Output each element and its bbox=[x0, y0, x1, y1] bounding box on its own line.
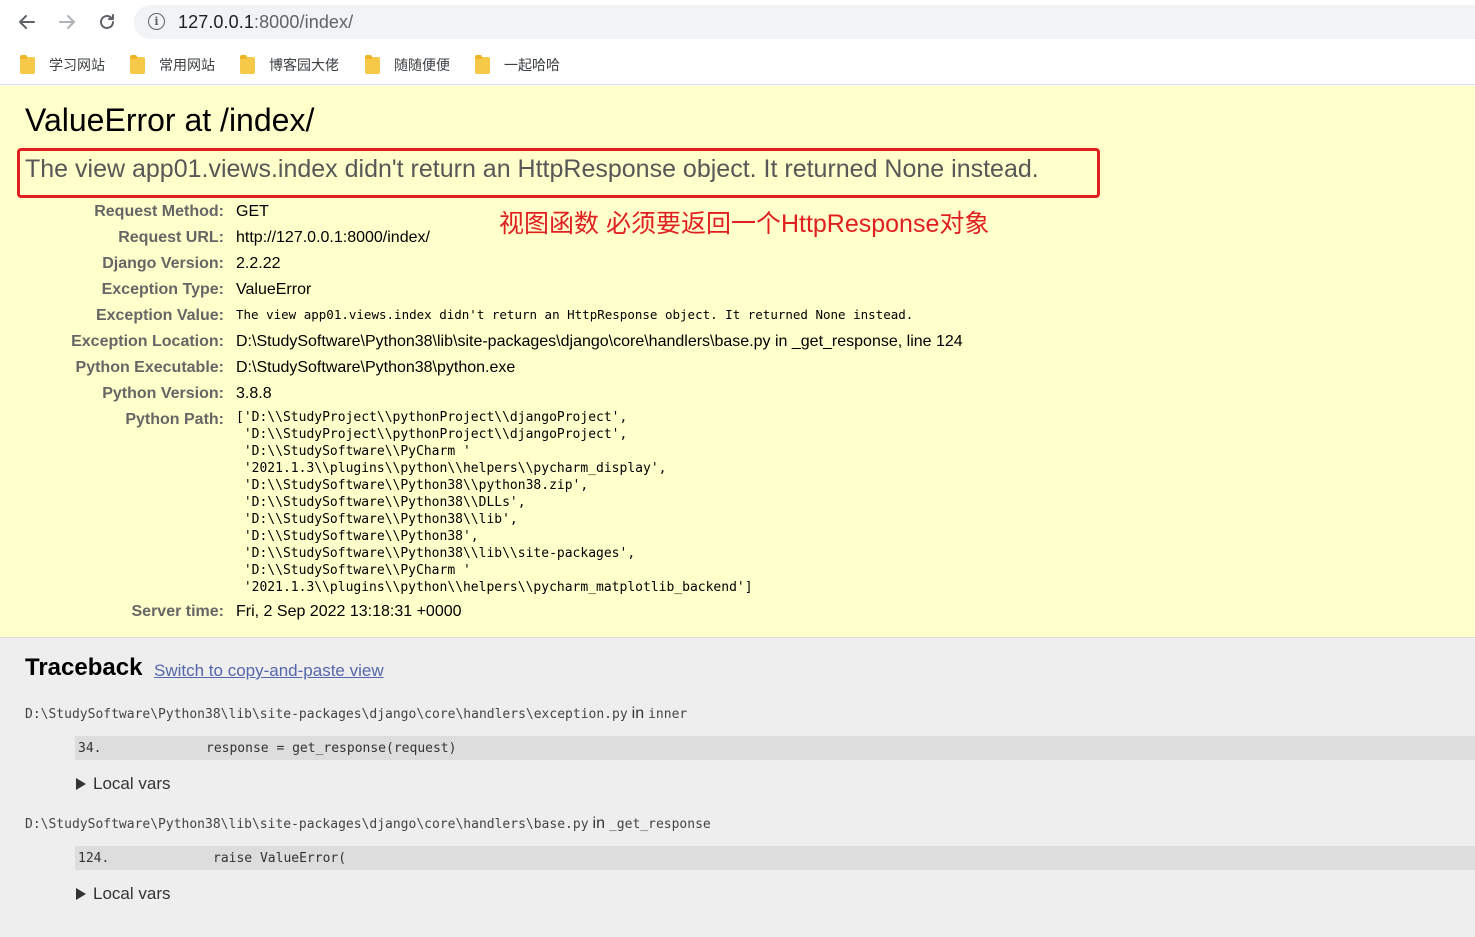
meta-value: GET bbox=[236, 203, 269, 220]
frame-function: _get_response bbox=[608, 817, 711, 832]
frame-file-path: D:\StudySoftware\Python38\lib\site-packa… bbox=[25, 705, 687, 723]
address-bar[interactable]: i 127.0.0.1:8000/index/ bbox=[134, 5, 1475, 39]
frame-file: D:\StudySoftware\Python38\lib\site-packa… bbox=[25, 817, 589, 832]
traceback-section: Traceback Switch to copy-and-paste view … bbox=[0, 638, 1475, 937]
traceback-title: Traceback bbox=[25, 654, 143, 681]
switch-view-link[interactable]: Switch to copy-and-paste view bbox=[154, 661, 384, 681]
in-word: in bbox=[592, 815, 605, 832]
meta-value: D:\StudySoftware\Python38\lib\site-packa… bbox=[236, 333, 963, 350]
local-vars-toggle[interactable]: Local vars bbox=[76, 884, 170, 904]
meta-label: Exception Type: bbox=[101, 281, 224, 298]
line-number: 34. bbox=[78, 740, 102, 756]
in-word: in bbox=[631, 705, 645, 722]
folder-icon bbox=[365, 54, 380, 74]
bookmark-folder[interactable]: 博客园大佬 bbox=[240, 54, 339, 76]
folder-icon bbox=[240, 54, 255, 74]
folder-icon bbox=[475, 54, 490, 74]
bookmark-label: 学习网站 bbox=[49, 57, 105, 73]
code-line[interactable]: 124. raise ValueError( bbox=[75, 846, 1475, 870]
meta-value: 3.8.8 bbox=[236, 385, 272, 402]
error-summary: ValueError at /index/ The view app01.vie… bbox=[0, 86, 1475, 638]
url-path: :8000/index/ bbox=[253, 12, 354, 32]
error-message: The view app01.views.index didn't return… bbox=[25, 155, 1039, 183]
python-path-list: ['D:\\StudyProject\\pythonProject\\djang… bbox=[236, 410, 753, 595]
meta-label: Python Executable: bbox=[75, 359, 224, 376]
browser-toolbar: i 127.0.0.1:8000/index/ bbox=[0, 0, 1475, 44]
local-vars-label: Local vars bbox=[93, 774, 171, 793]
frame-file-path: D:\StudySoftware\Python38\lib\site-packa… bbox=[25, 815, 711, 833]
bookmark-label: 随随便便 bbox=[394, 57, 450, 73]
bookmark-folder[interactable]: 一起哈哈 bbox=[475, 54, 560, 76]
code-source: response = get_response(request) bbox=[206, 740, 457, 756]
bookmarks-bar: 学习网站 常用网站 博客园大佬 随随便便 一起哈哈 bbox=[0, 44, 1475, 85]
url-text[interactable]: 127.0.0.1:8000/index/ bbox=[178, 12, 353, 33]
code-line[interactable]: 34. response = get_response(request) bbox=[75, 736, 1475, 760]
meta-label: Python Version: bbox=[102, 385, 224, 402]
meta-label: Request Method: bbox=[94, 203, 224, 220]
local-vars-label: Local vars bbox=[93, 884, 171, 903]
meta-label: Exception Value: bbox=[95, 307, 224, 324]
info-icon[interactable]: i bbox=[148, 13, 165, 30]
meta-label: Python Path: bbox=[125, 411, 224, 428]
frame-function: inner bbox=[648, 707, 688, 722]
bookmark-folder[interactable]: 常用网站 bbox=[130, 54, 215, 76]
meta-value: ValueError bbox=[236, 281, 312, 298]
back-arrow-icon[interactable] bbox=[13, 8, 41, 36]
frame-file: D:\StudySoftware\Python38\lib\site-packa… bbox=[25, 707, 628, 722]
meta-label: Request URL: bbox=[118, 229, 224, 246]
meta-value: Fri, 2 Sep 2022 13:18:31 +0000 bbox=[236, 603, 462, 620]
meta-label: Server time: bbox=[131, 603, 225, 620]
forward-arrow-icon[interactable] bbox=[53, 8, 81, 36]
url-host: 127.0.0.1 bbox=[178, 12, 254, 32]
triangle-right-icon bbox=[76, 888, 86, 900]
meta-label: Django Version: bbox=[102, 255, 224, 272]
triangle-right-icon bbox=[76, 778, 86, 790]
page-title: ValueError at /index/ bbox=[25, 102, 315, 138]
bookmark-folder[interactable]: 随随便便 bbox=[365, 54, 450, 76]
meta-label: Exception Location: bbox=[71, 333, 224, 350]
bookmark-label: 常用网站 bbox=[159, 57, 215, 73]
bookmark-folder[interactable]: 学习网站 bbox=[20, 54, 105, 76]
folder-icon bbox=[20, 54, 35, 74]
bookmark-label: 一起哈哈 bbox=[504, 57, 560, 73]
folder-icon bbox=[130, 54, 145, 74]
meta-value: The view app01.views.index didn't return… bbox=[236, 307, 914, 322]
annotation-note: 视图函数 必须要返回一个HttpResponse对象 bbox=[499, 210, 990, 238]
meta-value: 2.2.22 bbox=[236, 255, 281, 272]
meta-value: http://127.0.0.1:8000/index/ bbox=[236, 229, 430, 246]
reload-icon[interactable] bbox=[93, 8, 121, 36]
meta-value: D:\StudySoftware\Python38\python.exe bbox=[236, 359, 516, 376]
code-source: raise ValueError( bbox=[213, 850, 347, 866]
local-vars-toggle[interactable]: Local vars bbox=[76, 774, 170, 794]
line-number: 124. bbox=[78, 850, 110, 866]
bookmark-label: 博客园大佬 bbox=[269, 57, 339, 73]
